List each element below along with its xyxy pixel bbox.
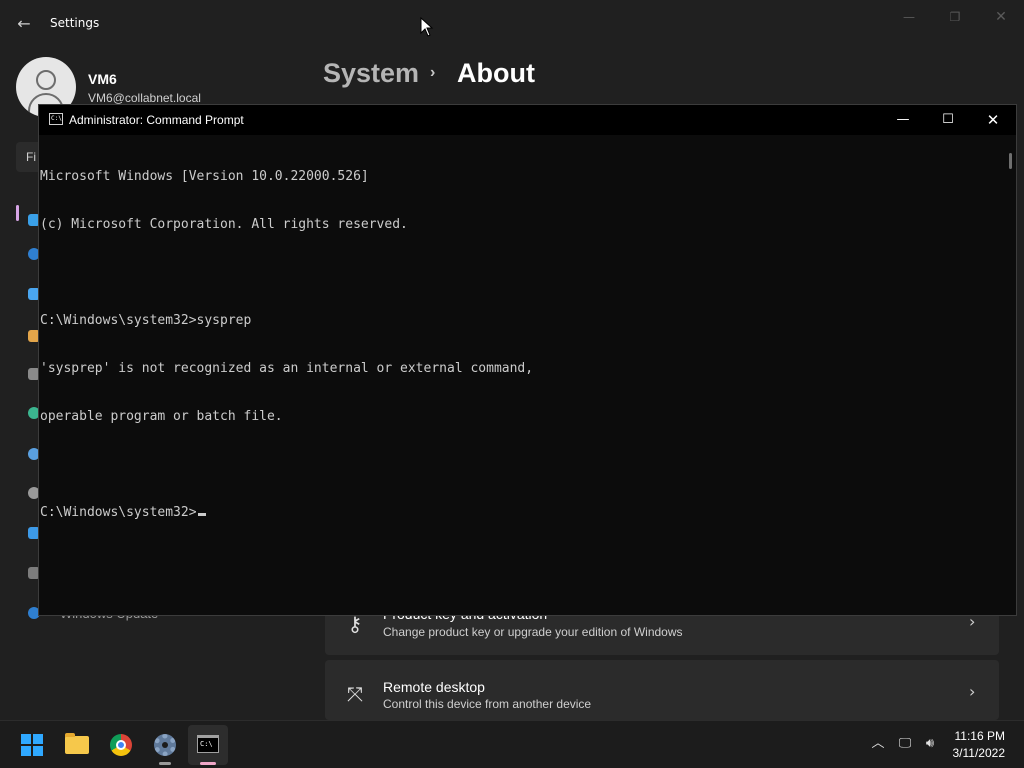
- network-icon[interactable]: 🖵: [896, 735, 914, 753]
- remote-desktop-card[interactable]: ⤧ Remote desktop Control this device fro…: [325, 660, 999, 720]
- console-line: (c) Microsoft Corporation. All rights re…: [40, 217, 408, 232]
- file-explorer-button[interactable]: [57, 725, 97, 765]
- chrome-icon: [110, 734, 132, 756]
- breadcrumb-system[interactable]: System: [323, 58, 419, 89]
- file-explorer-icon: [65, 733, 89, 754]
- card-subtitle: Control this device from another device: [383, 697, 592, 711]
- console-line: C:\Windows\system32>sysprep: [40, 313, 252, 328]
- scrollbar-thumb[interactable]: [1009, 153, 1012, 169]
- card-title: Remote desktop: [383, 679, 485, 695]
- page-title: About: [457, 58, 535, 88]
- command-prompt-icon: C:\: [197, 735, 219, 753]
- cmd-minimize-button[interactable]: —: [880, 105, 926, 135]
- start-button[interactable]: [12, 725, 52, 765]
- profile-email: VM6@collabnet.local: [88, 91, 201, 105]
- settings-taskbar-button[interactable]: [145, 725, 185, 765]
- nav-selection-indicator: [16, 205, 19, 221]
- minimize-button[interactable]: —: [894, 6, 924, 28]
- clock-time[interactable]: 11:16 PM: [930, 729, 1005, 743]
- avatar-person-icon: [36, 70, 56, 90]
- running-indicator: [159, 762, 171, 765]
- command-prompt-icon: C:\: [49, 113, 63, 125]
- taskbar: C:\ ︿ 🖵 🔊︎ 11:16 PM 3/11/2022: [0, 720, 1024, 768]
- remote-desktop-icon: ⤧: [347, 682, 363, 706]
- text-cursor: [197, 513, 206, 516]
- cmd-titlebar[interactable]: C:\ Administrator: Command Prompt — ☐ ✕: [39, 105, 1016, 135]
- chevron-right-icon: ›: [969, 682, 976, 701]
- console-line: Microsoft Windows [Version 10.0.22000.52…: [40, 169, 369, 184]
- cmd-maximize-button[interactable]: ☐: [925, 105, 971, 135]
- console-prompt: C:\Windows\system32>: [40, 505, 197, 520]
- maximize-button[interactable]: ❐: [940, 6, 970, 28]
- console-prompt-line[interactable]: C:\Windows\system32>: [40, 505, 1004, 521]
- card-subtitle: Change product key or upgrade your editi…: [383, 625, 683, 639]
- command-prompt-window[interactable]: C:\ Administrator: Command Prompt — ☐ ✕ …: [38, 104, 1017, 616]
- clock-date[interactable]: 3/11/2022: [930, 746, 1006, 760]
- active-indicator: [200, 762, 216, 765]
- profile-name: VM6: [88, 71, 117, 87]
- close-button[interactable]: ✕: [986, 6, 1016, 28]
- cmd-window-title: Administrator: Command Prompt: [69, 113, 244, 127]
- settings-titlebar: ← Settings — ❐ ✕: [0, 0, 1024, 48]
- command-prompt-taskbar-button[interactable]: C:\: [188, 725, 228, 765]
- console-line: operable program or batch file.: [40, 409, 283, 424]
- mouse-pointer-icon: [420, 17, 434, 37]
- cmd-close-button[interactable]: ✕: [970, 105, 1016, 135]
- settings-app-title: Settings: [50, 16, 100, 30]
- back-arrow-icon[interactable]: ←: [14, 14, 34, 34]
- console-line: 'sysprep' is not recognized as an intern…: [40, 361, 534, 376]
- windows-start-icon: [21, 734, 43, 756]
- chrome-button[interactable]: [101, 725, 141, 765]
- breadcrumb-separator: ›: [430, 64, 436, 81]
- console-output[interactable]: Microsoft Windows [Version 10.0.22000.52…: [39, 135, 1004, 615]
- scrollbar[interactable]: [1006, 135, 1016, 615]
- settings-gear-icon: [154, 734, 176, 756]
- chevron-up-icon[interactable]: ︿: [869, 735, 887, 753]
